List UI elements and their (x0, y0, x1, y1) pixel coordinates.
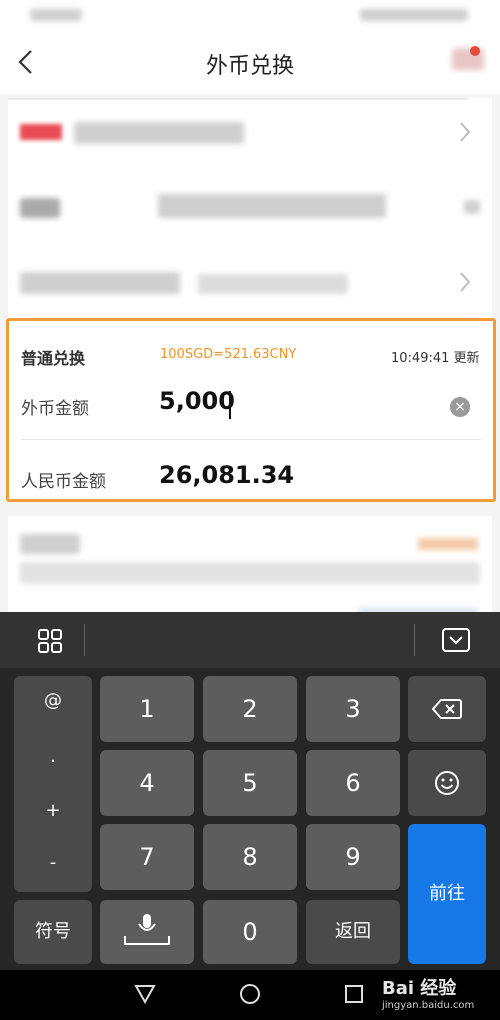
grid-menu-icon[interactable] (38, 629, 62, 657)
key-minus[interactable]: - (14, 852, 92, 873)
hide-keyboard-icon[interactable] (442, 628, 470, 656)
watermark-url: jingyan.baidu.com (382, 1000, 475, 1011)
page-title: 外币兑换 (205, 54, 294, 79)
toolbar-divider (414, 624, 415, 656)
key-dot[interactable]: . (14, 746, 92, 767)
divider (21, 439, 481, 440)
key-6[interactable]: 6 (306, 750, 400, 816)
nav-home-icon[interactable] (239, 983, 261, 1005)
nav-back-icon[interactable] (134, 984, 156, 1004)
foreign-amount-input[interactable]: 5,000 (159, 387, 235, 419)
nav-recents-icon[interactable] (344, 984, 364, 1004)
go-button[interactable]: 前往 (408, 824, 486, 964)
symbol-column[interactable]: @ . + - (14, 676, 92, 892)
chevron-right-icon (458, 120, 472, 150)
microphone-icon (124, 914, 170, 945)
symbols-button[interactable]: 符号 (14, 900, 92, 964)
keyboard-toolbar (0, 612, 500, 668)
key-1[interactable]: 1 (100, 676, 194, 742)
emoji-button[interactable] (408, 750, 486, 816)
account-card[interactable] (8, 98, 492, 320)
key-8[interactable]: 8 (203, 824, 297, 890)
backspace-button[interactable] (408, 676, 486, 742)
status-bar (0, 0, 500, 30)
key-5[interactable]: 5 (203, 750, 297, 816)
toolbar-divider (84, 624, 85, 656)
smiley-icon (435, 771, 459, 795)
notification-dot (470, 46, 480, 56)
watermark-brand: Bai 经验 (382, 978, 457, 999)
backspace-icon (432, 699, 462, 719)
rmb-amount-label: 人民币金额 (21, 472, 106, 492)
foreign-amount-label: 外币金额 (21, 399, 89, 419)
voice-button[interactable] (100, 900, 194, 964)
key-7[interactable]: 7 (100, 824, 194, 890)
chevron-right-icon (458, 270, 472, 300)
exchange-type-label: 普通兑换 (21, 349, 86, 368)
exchange-panel: 普通兑换 100SGD=521.63CNY 10:49:41 更新 外币金额 5… (6, 318, 496, 502)
key-2[interactable]: 2 (203, 676, 297, 742)
key-3[interactable]: 3 (306, 676, 400, 742)
return-button[interactable]: 返回 (306, 900, 400, 964)
update-time: 10:49:41 更新 (391, 351, 480, 366)
exchange-rate: 100SGD=521.63CNY (160, 347, 297, 362)
text-cursor (229, 391, 231, 419)
key-0[interactable]: 0 (203, 900, 297, 964)
system-nav-bar: Bai 经验 jingyan.baidu.com (0, 970, 500, 1020)
key-plus[interactable]: + (14, 800, 92, 821)
info-section (8, 516, 492, 626)
key-9[interactable]: 9 (306, 824, 400, 890)
rmb-amount-value: 26,081.34 (159, 461, 295, 489)
key-at[interactable]: @ (14, 690, 92, 711)
key-4[interactable]: 4 (100, 750, 194, 816)
clear-icon[interactable]: × (450, 397, 470, 417)
